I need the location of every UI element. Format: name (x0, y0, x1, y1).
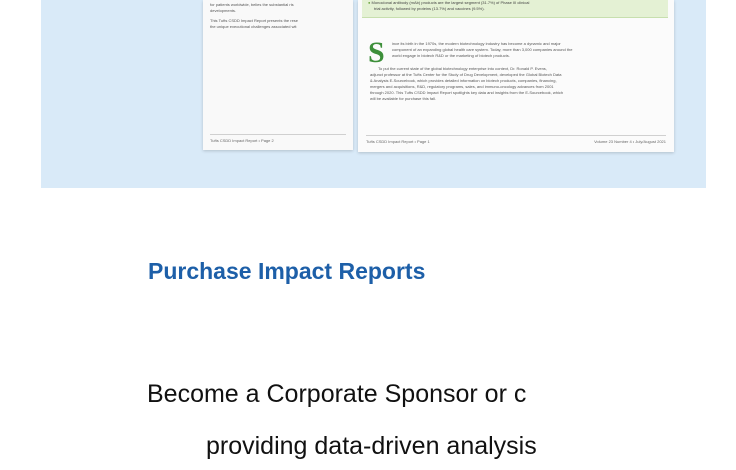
page-footer-right: Volume 23 Number 4 • July/August 2021 (594, 139, 666, 144)
body-paragraph: To put the current state of the global b… (370, 66, 662, 102)
report-page-preview-right: ● Monoclonal antibody (mAb) products are… (358, 0, 674, 152)
report-text-line: developments. (210, 8, 237, 13)
report-page-preview-left: for patients worldwide, belies the subst… (203, 0, 353, 150)
page-footer: Tufts CSDD Impact Report • Page 2 (210, 134, 346, 144)
key-finding-box: ● Monoclonal antibody (mAb) products are… (362, 0, 668, 18)
report-text-line: the unique executional challenges associ… (210, 24, 297, 29)
body-line: will be available for purchase this fall… (370, 96, 437, 101)
bullet-icon: ● (368, 0, 371, 5)
page-footer-left: Tufts CSDD Impact Report • Page 1 (366, 139, 430, 144)
key-finding-text: Monoclonal antibody (mAb) products are t… (371, 0, 530, 5)
drop-cap: S (368, 36, 385, 69)
page-footer: Tufts CSDD Impact Report • Page 1 Volume… (366, 135, 666, 145)
intro-line: world engage in biotech R&D or the marke… (392, 53, 510, 58)
body-text-line: Become a Corporate Sponsor or c (147, 380, 527, 408)
body-text-line: providing data-driven analysis (206, 432, 537, 460)
intro-paragraph: ince its birth in the 1970s, the modern … (392, 41, 662, 59)
section-heading: Purchase Impact Reports (148, 258, 426, 284)
key-finding-line: trial activity, followed by proteins (13… (374, 6, 485, 11)
